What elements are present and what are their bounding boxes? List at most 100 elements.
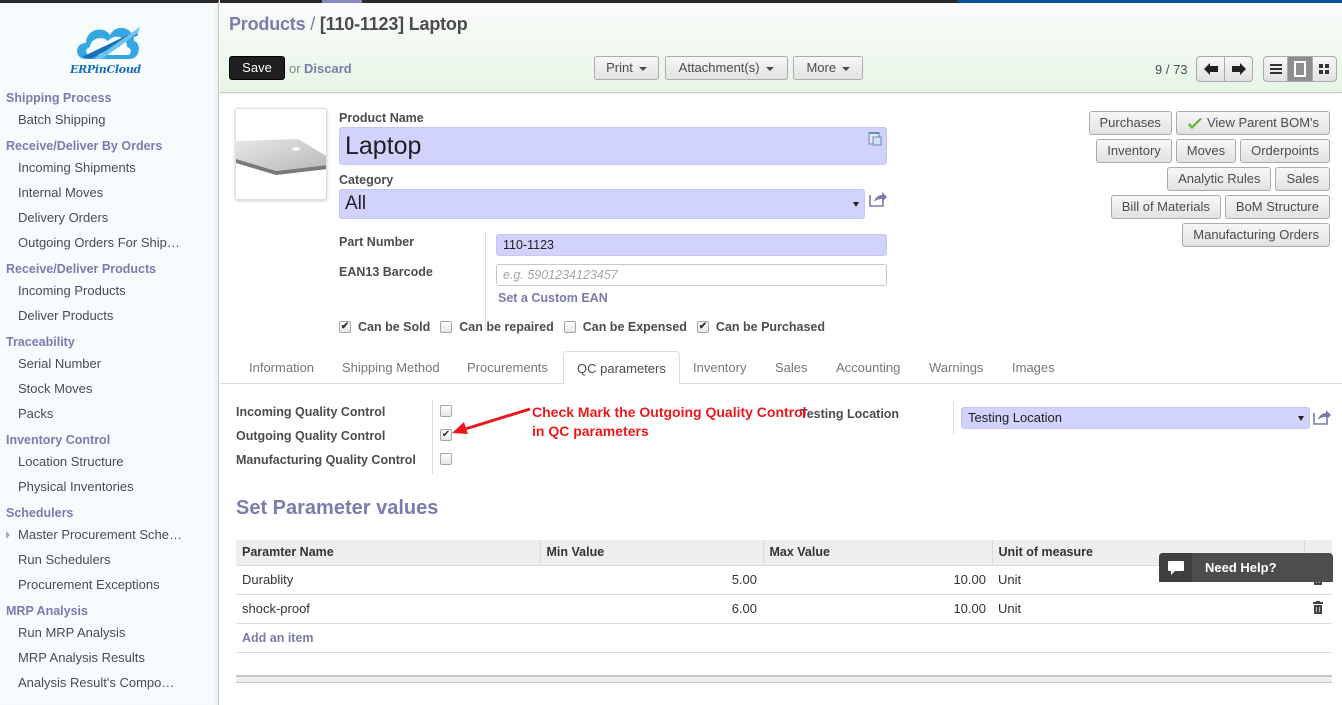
cell-max-value[interactable]: 10.00 <box>763 594 992 624</box>
sidebar-item[interactable]: Internal Moves <box>0 180 200 205</box>
add-an-item-link[interactable]: Add an item <box>242 631 314 645</box>
sidebar-item[interactable]: MRP Analysis Results <box>0 645 200 670</box>
menu-heading[interactable]: Receive/Deliver By Orders <box>0 137 219 155</box>
print-button[interactable]: Print <box>594 56 659 80</box>
tab-images[interactable]: Images <box>999 351 1068 384</box>
cell-min-value[interactable]: 5.00 <box>540 565 763 595</box>
sidebar-item[interactable]: Location Structure <box>0 449 200 474</box>
cell-parameter-name[interactable]: Durablity <box>236 565 540 595</box>
cell-parameter-name[interactable]: shock-proof <box>236 594 540 624</box>
product-name-label: Product Name <box>339 111 424 125</box>
pager-next-button[interactable] <box>1224 57 1252 81</box>
smart-button[interactable]: Manufacturing Orders <box>1182 223 1330 247</box>
menu-section: Receive/Deliver Products Incoming Product… <box>0 260 219 328</box>
sidebar-item[interactable]: Delivery Orders <box>0 205 200 230</box>
tab-warnings[interactable]: Warnings <box>916 351 996 384</box>
tab-procurements[interactable]: Procurements <box>454 351 561 384</box>
flag-checkbox[interactable] <box>440 321 453 333</box>
tab-shipping-method[interactable]: Shipping Method <box>329 351 453 384</box>
menu-heading[interactable]: Inventory Control <box>0 431 219 449</box>
breadcrumb-products-link[interactable]: Products <box>229 14 306 34</box>
smart-button[interactable]: Orderpoints <box>1240 139 1330 163</box>
sidebar-item[interactable]: Incoming Products <box>0 278 200 303</box>
tab-sales[interactable]: Sales <box>762 351 821 384</box>
product-image[interactable] <box>235 108 327 200</box>
sidebar-item-label: Run Schedulers <box>18 552 111 567</box>
menu-heading[interactable]: Schedulers <box>0 504 219 522</box>
smart-button[interactable]: Inventory <box>1096 139 1172 163</box>
kanban-view-button[interactable] <box>1311 57 1336 81</box>
need-help-widget[interactable]: Need Help? <box>1159 553 1333 582</box>
translate-icon[interactable] <box>868 132 882 146</box>
smart-button[interactable]: View Parent BOM's <box>1175 111 1330 135</box>
sidebar-item[interactable]: Stock Moves <box>0 376 200 401</box>
form-header: Products / [110-1123] Laptop Save or Dis… <box>220 3 1342 93</box>
smart-button[interactable]: Sales <box>1275 167 1330 191</box>
sidebar-item[interactable]: Incoming Shipments <box>0 155 200 180</box>
sidebar-item-label: Packs <box>18 406 54 421</box>
sidebar-item[interactable]: Run MRP Analysis <box>0 620 200 645</box>
set-custom-ean-link[interactable]: Set a Custom EAN <box>498 291 608 305</box>
column-header-max[interactable]: Max Value <box>763 540 993 566</box>
sidebar-item[interactable]: Analysis Result's Compo… <box>0 670 200 695</box>
smart-button[interactable]: Bill of Materials <box>1110 195 1221 219</box>
sidebar-item[interactable]: Serial Number <box>0 351 200 376</box>
discard-link[interactable]: Discard <box>304 61 352 76</box>
form-view-button[interactable] <box>1287 57 1312 81</box>
caret-right-icon[interactable] <box>6 531 10 539</box>
sidebar-item[interactable]: Run Schedulers <box>0 547 200 572</box>
tab-information[interactable]: Information <box>236 351 327 384</box>
menu-heading[interactable]: Receive/Deliver Products <box>0 260 219 278</box>
smart-button[interactable]: BoM Structure <box>1224 195 1330 219</box>
sidebar-item[interactable]: Batch Shipping <box>0 107 200 132</box>
smart-button[interactable]: Moves <box>1175 139 1237 163</box>
part-number-input[interactable]: 110-1123 <box>496 234 887 256</box>
sidebar-item[interactable]: Physical Inventories <box>0 474 200 499</box>
ean-label: EAN13 Barcode <box>339 265 433 279</box>
pager-previous-button[interactable] <box>1197 57 1224 81</box>
more-button[interactable]: More <box>793 56 864 80</box>
smart-button-row: Inventory Moves Orderpoints <box>1060 139 1330 163</box>
tab-inventory[interactable]: Inventory <box>680 351 759 384</box>
sidebar-item-label: Stock Moves <box>18 381 93 396</box>
breadcrumb: Products / [110-1123] Laptop <box>229 14 468 35</box>
external-link-icon[interactable] <box>869 191 887 207</box>
sidebar-item[interactable]: Outgoing Orders For Ship… <box>0 230 200 255</box>
tab-accounting[interactable]: Accounting <box>823 351 913 384</box>
cell-min-value[interactable]: 6.00 <box>540 594 763 624</box>
menu-heading[interactable]: MRP Analysis <box>0 602 219 620</box>
cell-uom[interactable]: Unit <box>992 594 1304 624</box>
list-view-button[interactable] <box>1264 57 1287 81</box>
need-help-label: Need Help? <box>1205 560 1277 575</box>
column-header-name[interactable]: Paramter Name <box>236 540 541 566</box>
attachments-button[interactable]: Attachment(s) <box>664 56 788 80</box>
sidebar-item[interactable]: Deliver Products <box>0 303 200 328</box>
smart-button[interactable]: Purchases <box>1088 111 1172 135</box>
form-sheet: Product Name Laptop Category All Part Nu… <box>220 94 1342 705</box>
flag-checkbox[interactable]: ✔ <box>339 321 351 333</box>
cell-max-value[interactable]: 10.00 <box>763 565 992 595</box>
column-header-min[interactable]: Min Value <box>540 540 764 566</box>
sidebar-item[interactable]: Master Procurement Sche… <box>0 522 200 547</box>
tab-qc-parameters[interactable]: QC parameters <box>563 351 680 385</box>
menu-heading[interactable]: Shipping Process <box>0 89 219 107</box>
arrow-right-icon <box>1231 63 1246 75</box>
ean-input[interactable]: e.g. 5901234123457 <box>496 264 887 286</box>
testing-location-select[interactable]: Testing Location <box>961 407 1310 429</box>
cell-actions <box>1304 594 1332 624</box>
annotation-arrow-icon <box>452 407 531 434</box>
product-name-input[interactable]: Laptop <box>339 127 887 165</box>
smart-button[interactable]: Analytic Rules <box>1167 167 1272 191</box>
menu-heading[interactable]: Traceability <box>0 333 219 351</box>
flag-checkbox[interactable]: ✔ <box>696 321 709 333</box>
manufacturing-qc-checkbox[interactable] <box>440 453 452 465</box>
logo-text: ERPinCloud <box>70 63 141 76</box>
external-link-icon[interactable] <box>1313 409 1331 425</box>
category-select[interactable]: All <box>339 189 865 219</box>
table-row[interactable]: shock-proof 6.00 10.00 Unit <box>236 594 1332 624</box>
sidebar-item[interactable]: Procurement Exceptions <box>0 572 200 597</box>
sidebar-item[interactable]: Packs <box>0 401 200 426</box>
flag-checkbox[interactable] <box>563 321 576 333</box>
save-button[interactable]: Save <box>229 56 285 80</box>
trash-icon[interactable] <box>1313 600 1323 614</box>
